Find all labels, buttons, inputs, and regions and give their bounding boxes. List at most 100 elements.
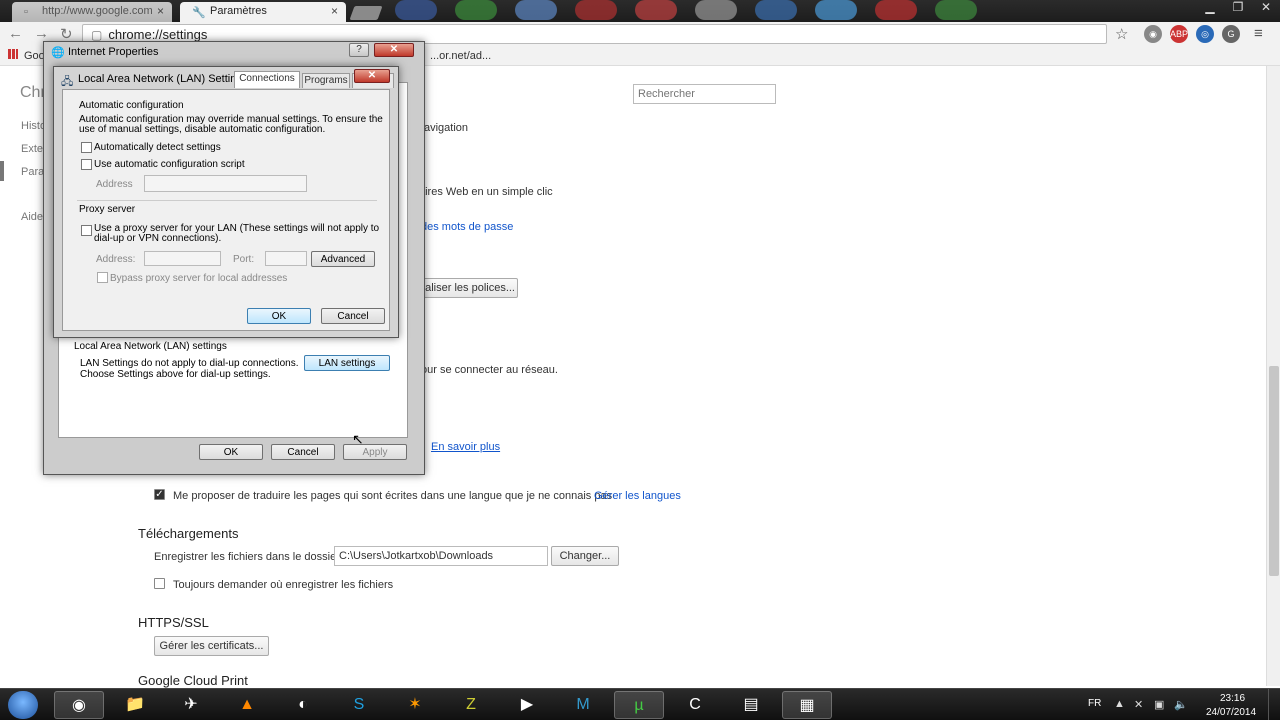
use-proxy-checkbox[interactable] xyxy=(81,225,92,236)
learn-more-link[interactable]: En savoir plus xyxy=(431,441,500,453)
app-icon[interactable]: ▤ xyxy=(726,691,776,719)
app-icon[interactable]: ✈ xyxy=(166,691,216,719)
port-field[interactable] xyxy=(265,251,307,266)
cloud-print-title: Google Cloud Print xyxy=(138,673,248,688)
app-icon[interactable]: ◐ xyxy=(278,691,328,719)
settings-search-input[interactable] xyxy=(633,84,776,104)
tray-icon[interactable]: ✕ xyxy=(1134,698,1143,711)
internet-icon: 🌐 xyxy=(51,47,65,59)
auto-detect-checkbox[interactable] xyxy=(81,142,92,153)
start-button[interactable] xyxy=(8,691,38,719)
sidebar-item-settings[interactable]: Para xyxy=(21,166,44,178)
back-icon[interactable]: ← xyxy=(8,25,23,42)
restore-icon[interactable]: ❐ xyxy=(1230,0,1246,14)
clock-date[interactable]: 24/07/2014 xyxy=(1206,707,1256,718)
app-icon[interactable]: M xyxy=(558,691,608,719)
proxy-desc-2: dial-up or VPN connections). xyxy=(94,233,222,244)
page-scrollbar[interactable] xyxy=(1266,66,1280,686)
adblock-icon[interactable]: ABP xyxy=(1170,25,1188,43)
manage-certificates-button[interactable]: Gérer les certificats... xyxy=(154,636,269,656)
new-tab-button[interactable] xyxy=(349,6,383,20)
port-label: Port: xyxy=(233,254,255,265)
tab-connections[interactable]: Connections xyxy=(234,71,300,88)
lan-group-label: Local Area Network (LAN) settings xyxy=(74,341,227,352)
scroll-thumb[interactable] xyxy=(1269,366,1279,576)
close-window-icon[interactable]: ✕ xyxy=(1258,0,1274,14)
lan-desc-2: Choose Settings above for dial-up settin… xyxy=(80,369,271,380)
tab-parametres[interactable]: 🔧 Paramètres × xyxy=(180,2,346,22)
https-title: HTTPS/SSL xyxy=(138,615,209,630)
app-icon[interactable]: C xyxy=(670,691,720,719)
ok-button[interactable]: OK xyxy=(199,444,263,460)
group-divider xyxy=(77,200,377,201)
fonts-button[interactable]: naliser les polices... xyxy=(416,278,518,298)
proxy-address-field[interactable] xyxy=(144,251,221,266)
control-panel-icon[interactable]: ▦ xyxy=(782,691,832,719)
chrome-icon[interactable]: ◉ xyxy=(54,691,104,719)
explorer-icon[interactable]: 📁 xyxy=(110,691,160,719)
bypass-checkbox[interactable] xyxy=(97,272,108,283)
address-text: chrome://settings xyxy=(108,27,208,42)
apps-icon[interactable] xyxy=(8,49,18,59)
passwords-link[interactable]: des mots de passe xyxy=(421,221,513,233)
forward-icon[interactable]: → xyxy=(34,25,49,42)
vlc-icon[interactable]: ▲ xyxy=(222,691,272,719)
network-text-fragment: our se connecter au réseau. xyxy=(421,364,558,376)
utorrent-icon[interactable]: µ xyxy=(614,691,664,719)
use-script-label: Use automatic configuration script xyxy=(94,159,245,170)
manage-languages-link[interactable]: Gérer les langues xyxy=(594,490,681,502)
close-icon[interactable]: ✕ xyxy=(354,69,390,83)
proxy-heading: Proxy server xyxy=(79,204,136,215)
lan-settings-dialog: 🖧 Local Area Network (LAN) Settings Conn… xyxy=(53,66,399,338)
app-icon[interactable]: Z xyxy=(446,691,496,719)
use-script-checkbox[interactable] xyxy=(81,159,92,170)
tab-google[interactable]: ▫ http://www.google.com × xyxy=(12,2,172,22)
tab-programs[interactable]: Programs xyxy=(302,73,350,88)
extension-icon[interactable]: G xyxy=(1222,25,1240,43)
language-indicator[interactable]: FR xyxy=(1088,698,1101,709)
script-address-label: Address xyxy=(96,179,133,190)
download-folder-field[interactable]: C:\Users\Jotkartxob\Downloads xyxy=(334,546,548,566)
app-icon[interactable]: ✶ xyxy=(390,691,440,719)
auto-config-desc-2: use of manual settings, disable automati… xyxy=(79,124,326,135)
bypass-label: Bypass proxy server for local addresses xyxy=(110,273,288,284)
star-icon[interactable]: ☆ xyxy=(1115,25,1128,43)
cancel-button[interactable]: Cancel xyxy=(271,444,335,460)
auto-detect-label: Automatically detect settings xyxy=(94,142,221,153)
change-folder-button[interactable]: Changer... xyxy=(551,546,619,566)
network-tray-icon[interactable]: ▣ xyxy=(1154,698,1164,711)
script-address-field[interactable] xyxy=(144,175,307,192)
settings-brand: Chr xyxy=(20,84,46,101)
window-controls: ▁ ❐ ✕ xyxy=(1202,0,1274,14)
bookmark[interactable]: ...or.net/ad... xyxy=(430,50,491,62)
background-icons xyxy=(395,0,977,22)
menu-icon[interactable]: ≡ xyxy=(1254,25,1263,42)
lan-ok-button[interactable]: OK xyxy=(247,308,311,324)
minimize-icon[interactable]: ▁ xyxy=(1202,0,1218,14)
close-icon[interactable]: ✕ xyxy=(374,43,414,57)
close-icon[interactable]: × xyxy=(331,4,338,18)
lan-settings-button[interactable]: LAN settings xyxy=(304,355,390,371)
advanced-button[interactable]: Advanced xyxy=(311,251,375,267)
lan-cancel-button[interactable]: Cancel xyxy=(321,308,385,324)
download-folder-label: Enregistrer les fichiers dans le dossier… xyxy=(154,551,346,563)
tab-label: Paramètres xyxy=(210,5,267,17)
help-button[interactable]: ? xyxy=(349,43,369,57)
extension-icon[interactable]: ◉ xyxy=(1144,25,1162,43)
tab-label: http://www.google.com xyxy=(42,5,153,17)
close-icon[interactable]: × xyxy=(157,4,164,18)
clock-time[interactable]: 23:16 xyxy=(1220,693,1245,704)
downloads-title: Téléchargements xyxy=(138,526,239,541)
sidebar-item-help[interactable]: Aide xyxy=(21,211,43,223)
ask-location-checkbox[interactable] xyxy=(154,578,165,589)
page-icon: ▢ xyxy=(91,28,103,42)
translate-checkbox[interactable]: ✓ xyxy=(154,489,165,500)
bookmark[interactable]: Goo xyxy=(24,50,45,62)
tray-arrow-icon[interactable]: ▲ xyxy=(1114,698,1125,710)
media-icon[interactable]: ▶ xyxy=(502,691,552,719)
volume-icon[interactable]: 🔈 xyxy=(1174,698,1188,711)
show-desktop-button[interactable] xyxy=(1268,689,1280,720)
extension-icon[interactable]: ◎ xyxy=(1196,25,1214,43)
startup-text-fragment: avigation xyxy=(424,122,469,134)
skype-icon[interactable]: S xyxy=(334,691,384,719)
